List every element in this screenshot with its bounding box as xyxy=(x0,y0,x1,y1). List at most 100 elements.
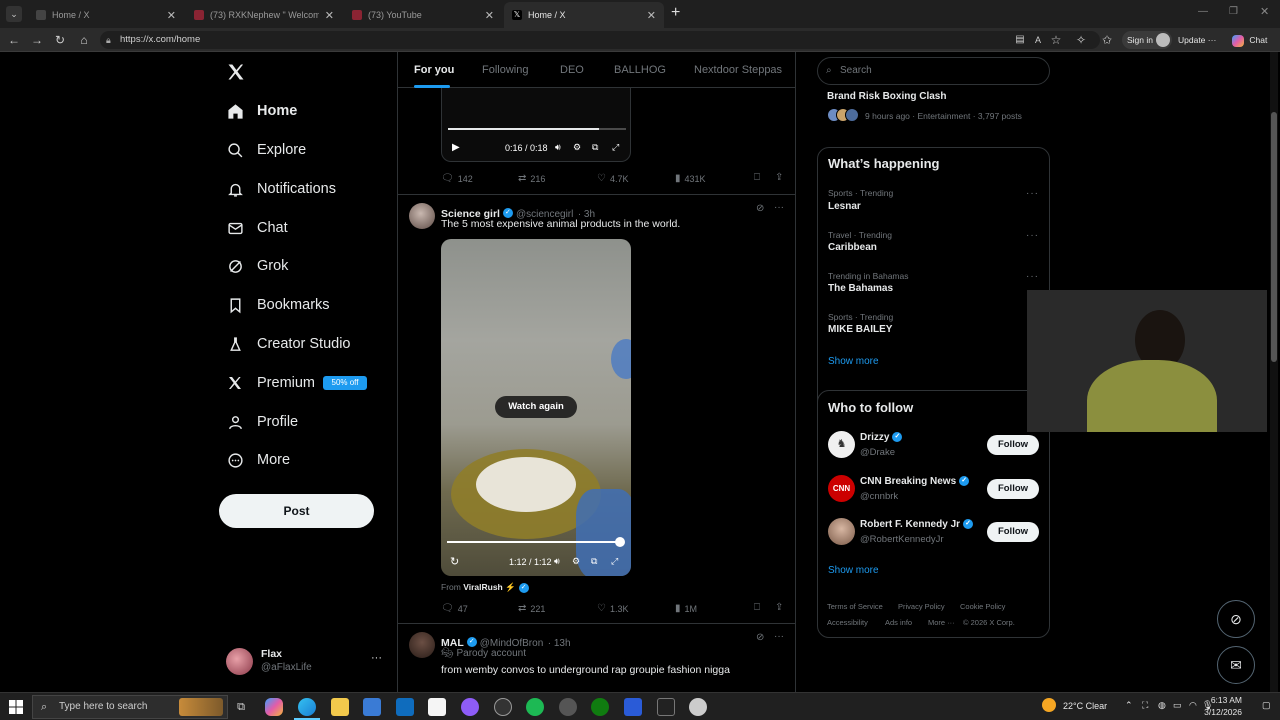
tab-for-you[interactable]: For you xyxy=(414,52,454,88)
weather-text[interactable]: 22°C Clear xyxy=(1063,701,1107,711)
home-browser-icon[interactable]: ⌂ xyxy=(76,32,92,48)
tweet-avatar[interactable] xyxy=(409,203,435,229)
display-icon[interactable]: ▭ xyxy=(1173,700,1182,711)
reload-icon[interactable]: ↻ xyxy=(52,32,68,48)
trend-item[interactable]: MIKE BAILEY xyxy=(828,324,892,335)
page-scrollbar[interactable] xyxy=(1270,52,1278,692)
notepad-icon[interactable] xyxy=(428,698,446,716)
tab-ballhog[interactable]: BALLHOG xyxy=(614,52,666,88)
favorites-icon[interactable]: ✩ xyxy=(1099,32,1115,48)
nav-home[interactable]: Home xyxy=(226,96,297,126)
like-button[interactable]: ♡ 4.7K xyxy=(597,173,628,184)
avatar[interactable]: CNN xyxy=(828,475,855,502)
pip-icon[interactable]: ⧉ xyxy=(591,556,597,567)
maximize-button[interactable]: ❐ xyxy=(1229,6,1238,17)
close-window-button[interactable]: ✕ xyxy=(1260,5,1269,18)
close-tab-icon[interactable]: ✕ xyxy=(167,9,176,22)
avatar[interactable]: ♞ xyxy=(828,431,855,458)
settings-icon[interactable]: ⚙ xyxy=(572,556,580,567)
nav-profile[interactable]: Profile xyxy=(226,407,298,437)
nav-bookmarks[interactable]: Bookmarks xyxy=(226,290,330,320)
messages-floating-button[interactable]: ✉ xyxy=(1217,646,1255,684)
follow-button[interactable]: Follow xyxy=(987,435,1039,455)
footer-link[interactable]: Privacy Policy xyxy=(898,602,945,611)
spotify-icon[interactable] xyxy=(526,698,544,716)
footer-link[interactable]: Terms of Service xyxy=(827,602,883,611)
grok-explain-icon[interactable]: ⊘ xyxy=(756,632,764,643)
notification-center-icon[interactable]: ▢ xyxy=(1262,700,1271,711)
video-progress-track[interactable] xyxy=(447,541,621,543)
trend-item[interactable]: Caribbean xyxy=(828,242,877,253)
tab-following[interactable]: Following xyxy=(482,52,528,88)
app-blue-icon[interactable] xyxy=(624,698,642,716)
back-icon[interactable]: ← xyxy=(6,32,22,48)
close-tab-icon[interactable]: ✕ xyxy=(485,9,494,22)
footer-link[interactable]: More ··· xyxy=(928,618,955,627)
follow-name[interactable]: Drizzy ✓ xyxy=(860,432,905,443)
follow-name[interactable]: CNN Breaking News ✓ xyxy=(860,476,972,487)
volume-icon[interactable]: 🔊︎ xyxy=(554,556,560,567)
wifi-icon[interactable]: ◠ xyxy=(1189,700,1197,711)
media-player-icon[interactable] xyxy=(559,698,577,716)
tweet-time[interactable]: · 13h xyxy=(548,638,571,649)
video-scrubber-handle[interactable] xyxy=(615,537,625,547)
reply-button[interactable]: 🗨︎ 47 xyxy=(441,603,468,614)
tweet-avatar[interactable] xyxy=(409,632,435,658)
obs-icon[interactable] xyxy=(494,698,512,716)
nav-notifications[interactable]: Notifications xyxy=(226,174,336,204)
edge-browser-icon[interactable] xyxy=(298,698,316,716)
outlook-icon[interactable] xyxy=(396,698,414,716)
live-event[interactable]: Brand Risk Boxing Clash 9 hours ago · En… xyxy=(817,87,1050,129)
like-button[interactable]: ♡ 1.3K xyxy=(597,603,628,614)
fullscreen-icon[interactable]: ⤢ xyxy=(612,142,619,153)
search-input[interactable]: ⌕ Search xyxy=(817,57,1050,85)
windows-start-icon[interactable] xyxy=(9,700,23,714)
trend-more-icon[interactable]: ··· xyxy=(1026,230,1039,241)
share-button[interactable]: ⇪ xyxy=(775,172,787,183)
nav-grok[interactable]: Grok xyxy=(226,251,288,281)
settings-icon[interactable]: ⚙ xyxy=(573,142,581,153)
trend-more-icon[interactable]: ··· xyxy=(1026,271,1039,282)
video-player[interactable]: ▶ 0:16 / 0:18 🔊︎ ⚙ ⧉ ⤢ xyxy=(441,88,631,162)
read-aloud-icon[interactable]: A xyxy=(1030,32,1046,48)
x-logo-icon[interactable] xyxy=(226,62,246,82)
views-button[interactable]: ▮ 1M xyxy=(675,603,697,614)
grok-explain-icon[interactable]: ⊘ xyxy=(756,203,764,214)
follow-name[interactable]: Robert F. Kennedy Jr ✓ xyxy=(860,519,976,530)
pip-icon[interactable]: ⧉ xyxy=(592,142,598,153)
follow-button[interactable]: Follow xyxy=(987,479,1039,499)
tray-chevron-icon[interactable]: ⌃ xyxy=(1125,700,1133,711)
tab-nextdoor-steppas[interactable]: Nextdoor Steppas xyxy=(694,52,782,88)
volume-icon[interactable]: 🔊︎ xyxy=(555,142,561,153)
video-progress-track[interactable] xyxy=(448,128,626,130)
follow-button[interactable]: Follow xyxy=(987,522,1039,542)
app-icon[interactable] xyxy=(461,698,479,716)
address-bar[interactable]: 🔒︎ https://x.com/home xyxy=(100,31,1100,49)
close-tab-icon[interactable]: ✕ xyxy=(325,9,334,22)
watch-again-button[interactable]: Watch again xyxy=(495,396,577,418)
reply-button[interactable]: 🗨︎ 142 xyxy=(441,173,473,184)
tab-deo[interactable]: DEO xyxy=(560,52,584,88)
bookmark-button[interactable]: ⎕ xyxy=(754,172,764,183)
extensions-icon[interactable]: ✧ xyxy=(1073,32,1089,48)
trend-item[interactable]: Lesnar xyxy=(828,201,861,212)
minimize-button[interactable]: — xyxy=(1198,6,1208,17)
browser-tab[interactable]: (73) RXKNephew " Welcome 2 Th ✕ xyxy=(186,2,342,28)
trend-more-icon[interactable]: ··· xyxy=(1026,188,1039,199)
account-switcher[interactable]: Flax @aFlaxLife ··· xyxy=(226,646,386,678)
scrollbar-thumb[interactable] xyxy=(1271,112,1277,362)
browser-tab[interactable]: (73) YouTube ✕ xyxy=(344,2,502,28)
views-button[interactable]: ▮ 431K xyxy=(675,173,706,184)
forward-icon[interactable]: → xyxy=(29,32,45,48)
browser-tab-active[interactable]: 𝕏 Home / X ✕ xyxy=(504,2,664,28)
game-icon[interactable] xyxy=(689,698,707,716)
network-icon[interactable]: ⛶ xyxy=(1142,700,1148,711)
source-account[interactable]: ViralRush ⚡ xyxy=(463,582,515,592)
repost-button[interactable]: ⇄ 221 xyxy=(518,603,545,614)
clock-time[interactable]: 6:13 AM xyxy=(1208,695,1242,705)
signin-button[interactable]: Sign in xyxy=(1122,31,1172,49)
new-tab-button[interactable]: + xyxy=(671,4,680,22)
play-icon[interactable]: ▶ xyxy=(452,142,460,153)
close-tab-icon[interactable]: ✕ xyxy=(647,9,656,22)
footer-link[interactable]: Cookie Policy xyxy=(960,602,1005,611)
